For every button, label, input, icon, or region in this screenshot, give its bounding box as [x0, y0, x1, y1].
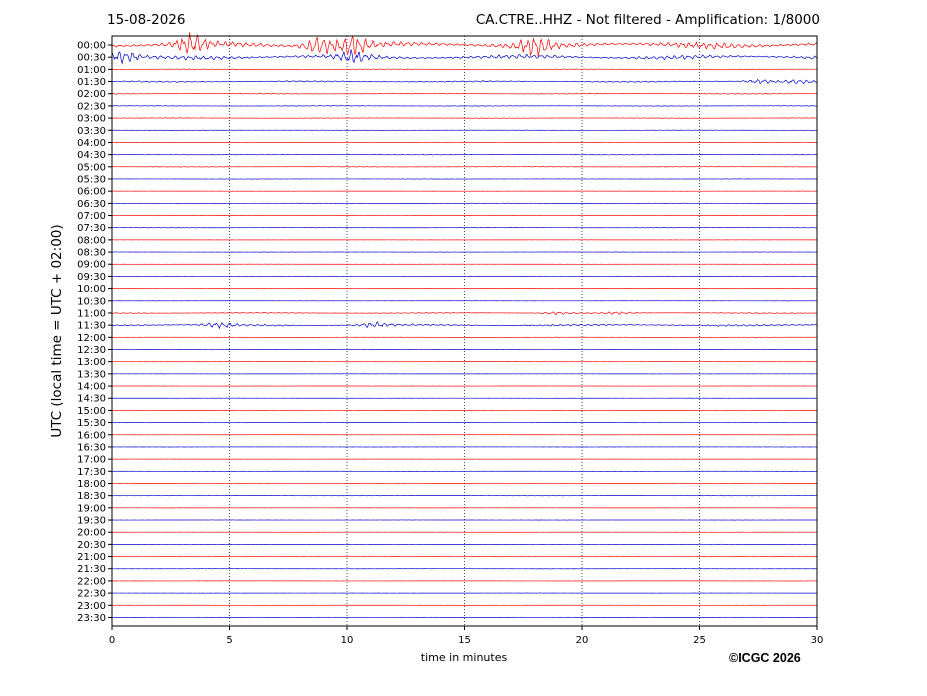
y-tick-label-1030: 10:30	[77, 296, 106, 307]
y-tick-label-0700: 07:00	[77, 211, 106, 222]
y-tick-label-0730: 07:30	[77, 223, 106, 234]
x-tick-label-20: 20	[576, 635, 589, 646]
x-ticks: 0 5 10 15 20 25 30	[109, 626, 824, 646]
y-tick-label-2100: 21:00	[77, 552, 106, 563]
y-tick-label-1200: 12:00	[77, 333, 106, 344]
x-axis-label: time in minutes	[420, 651, 508, 664]
x-tick-label-25: 25	[693, 635, 706, 646]
y-tick-label-0400: 04:00	[77, 138, 106, 149]
y-tick-label-1830: 18:30	[77, 491, 106, 502]
y-tick-label-0800: 08:00	[77, 235, 106, 246]
y-tick-label-0530: 05:30	[77, 174, 106, 185]
y-tick-label-1930: 19:30	[77, 516, 106, 527]
y-tick-label-1900: 19:00	[77, 503, 106, 514]
y-tick-label-1230: 12:30	[77, 345, 106, 356]
y-tick-label-0130: 01:30	[77, 77, 106, 88]
trace-0500	[111, 166, 818, 168]
y-tick-label-1700: 17:00	[77, 455, 106, 466]
seismogram-plot: 00:0000:3001:0001:3002:0002:30 03:0003:30…	[77, 32, 824, 646]
y-tick-label-1300: 13:00	[77, 357, 106, 368]
station-info-title: CA.CTRE..HHZ - Not filtered - Amplificat…	[475, 12, 820, 28]
y-tick-label-0300: 03:00	[77, 114, 106, 125]
y-tick-label-1500: 15:00	[77, 406, 106, 417]
y-tick-label-1000: 10:00	[77, 284, 106, 295]
y-tick-label-2030: 20:30	[77, 540, 106, 551]
y-tick-label-0830: 08:30	[77, 248, 106, 259]
y-tick-label-0100: 01:00	[77, 65, 106, 76]
y-tick-label-0430: 04:30	[77, 150, 106, 161]
vertical-gridlines	[229, 36, 700, 626]
y-tick-label-0900: 09:00	[77, 260, 106, 271]
y-tick-label-2000: 20:00	[77, 528, 106, 539]
y-tick-label-2230: 22:30	[77, 589, 106, 600]
x-tick-label-30: 30	[811, 635, 824, 646]
trace-0200	[111, 92, 818, 95]
y-tick-label-1430: 14:30	[77, 394, 106, 405]
y-tick-label-0500: 05:00	[77, 162, 106, 173]
trace-0430	[111, 153, 817, 156]
y-axis-label: UTC (local time = UTC + 02:00)	[49, 224, 65, 438]
x-tick-label-5: 5	[226, 635, 232, 646]
y-tick-label-0030: 00:30	[77, 53, 106, 64]
y-tick-label-1330: 13:30	[77, 369, 106, 380]
y-tick-label-1400: 14:00	[77, 382, 106, 393]
x-tick-label-15: 15	[458, 635, 471, 646]
y-tick-label-1730: 17:30	[77, 467, 106, 478]
y-tick-label-1130: 11:30	[77, 321, 106, 332]
y-tick-label-0600: 06:00	[77, 187, 106, 198]
y-tick-label-0930: 09:30	[77, 272, 106, 283]
y-tick-label-1630: 16:30	[77, 442, 106, 453]
y-tick-label-2200: 22:00	[77, 576, 106, 587]
x-tick-label-10: 10	[341, 635, 354, 646]
y-tick-label-0200: 02:00	[77, 89, 106, 100]
y-tick-label-0630: 06:30	[77, 199, 106, 210]
y-tick-label-1530: 15:30	[77, 418, 106, 429]
x-tick-label-0: 0	[109, 635, 115, 646]
y-tick-label-0330: 03:30	[77, 126, 106, 137]
y-tick-label-0000: 00:00	[77, 41, 106, 52]
y-tick-label-0230: 02:30	[77, 101, 106, 112]
y-tick-label-2330: 23:30	[77, 613, 106, 624]
y-ticks: 00:0000:3001:0001:3002:0002:30 03:0003:30…	[77, 41, 112, 624]
y-tick-label-2130: 21:30	[77, 564, 106, 575]
y-tick-label-1800: 18:00	[77, 479, 106, 490]
copyright-label: ©ICGC 2026	[729, 651, 801, 665]
trace-0130	[111, 79, 818, 85]
y-tick-label-2300: 23:00	[77, 601, 106, 612]
y-tick-label-1100: 11:00	[77, 308, 106, 319]
date-label: 15-08-2026	[107, 12, 186, 28]
y-tick-label-1600: 16:00	[77, 430, 106, 441]
